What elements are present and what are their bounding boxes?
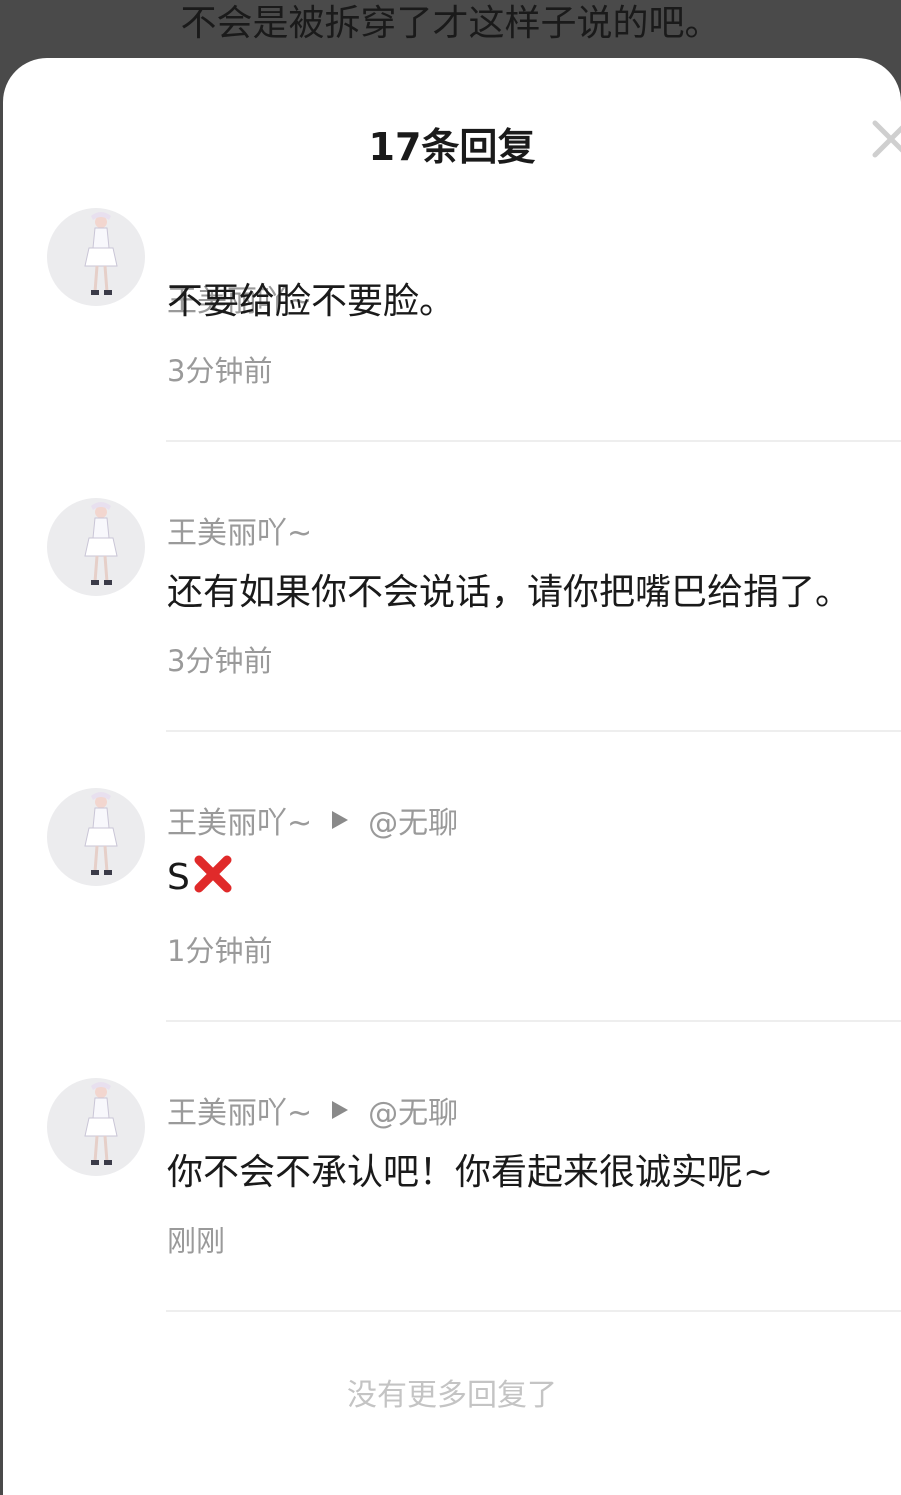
reply-author-line: 王美丽吖~ xyxy=(167,508,312,552)
avatar[interactable] xyxy=(47,208,145,306)
reply-text-line: S xyxy=(167,853,234,898)
reply-time: 3分钟前 xyxy=(167,644,273,678)
reply-time: 3分钟前 xyxy=(167,354,273,388)
reply-to-mention[interactable]: @无聊 xyxy=(368,798,458,842)
background-comment-text: 不会是被拆穿了才这样子说的吧。 xyxy=(180,3,721,44)
avatar[interactable] xyxy=(47,498,145,596)
reply-arrow-icon xyxy=(332,1101,349,1119)
divider xyxy=(166,730,901,732)
username[interactable]: 王美丽吖~ xyxy=(167,1088,312,1132)
reply-text: 不要给脸不要脸。 xyxy=(167,281,456,322)
username[interactable]: 王美丽吖~ xyxy=(167,508,312,552)
reply-author-line: 王美丽吖~ @无聊 xyxy=(167,798,458,842)
no-more-replies-text: 没有更多回复了 xyxy=(347,1378,557,1413)
reply-time: 刚刚 xyxy=(167,1224,226,1258)
reply-time: 1分钟前 xyxy=(167,934,273,968)
close-icon xyxy=(872,120,901,158)
reply-arrow-icon xyxy=(332,811,349,829)
close-button[interactable] xyxy=(869,118,901,162)
reply-to-mention[interactable]: @无聊 xyxy=(368,1088,458,1132)
divider xyxy=(166,440,901,442)
background-comment: 不会是被拆穿了才这样子说的吧。 xyxy=(0,0,901,60)
sheet-title: 17条回复 xyxy=(368,125,536,169)
replies-sheet: 17条回复 王美丽吖~ 不要给脸不要脸。 3分钟前 王美丽吖~ 还有如果你不会说… xyxy=(3,58,901,1495)
divider xyxy=(166,1310,901,1312)
reply-text: S xyxy=(167,857,190,898)
avatar[interactable] xyxy=(47,1078,145,1176)
cross-mark-emoji xyxy=(194,855,232,893)
divider xyxy=(166,1020,901,1022)
username[interactable]: 王美丽吖~ xyxy=(167,798,312,842)
reply-text: 还有如果你不会说话，请你把嘴巴给捐了。 xyxy=(167,572,852,613)
reply-author-line: 王美丽吖~ @无聊 xyxy=(167,1088,458,1132)
reply-text: 你不会不承认吧！你看起来很诚实呢~ xyxy=(167,1152,774,1193)
avatar[interactable] xyxy=(47,788,145,886)
